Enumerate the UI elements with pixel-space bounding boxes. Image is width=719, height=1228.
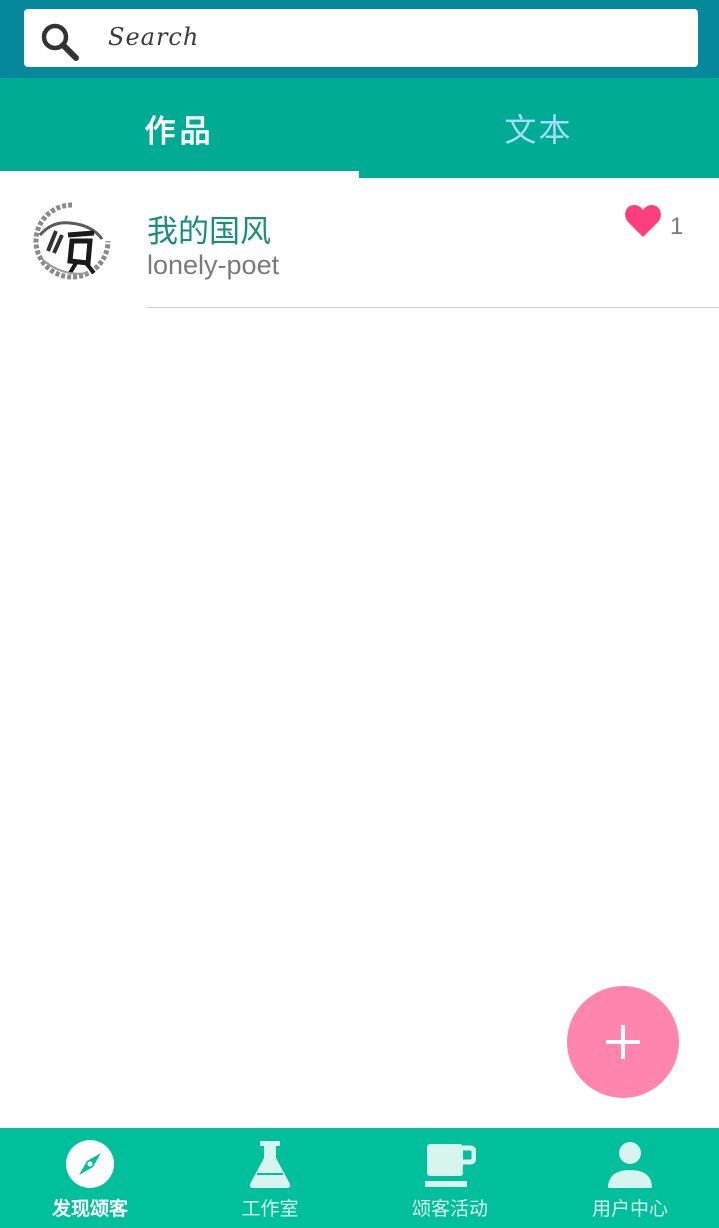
coffee-cup-icon (425, 1144, 476, 1187)
search-bar (0, 0, 719, 78)
tab-works[interactable]: 作品 (0, 78, 359, 178)
tab-text[interactable]: 文本 (359, 78, 718, 178)
tab-bar: 作品 文本 (0, 78, 719, 178)
nav-activities[interactable]: 颂客活动 (360, 1128, 540, 1228)
nav-activities-label: 颂客活动 (411, 1198, 488, 1220)
nav-discover-label: 发现颂客 (51, 1198, 128, 1220)
compass-icon (66, 1140, 114, 1188)
search-input[interactable] (108, 20, 668, 54)
tab-text-label: 文本 (504, 111, 573, 149)
like-count: 1 (670, 213, 684, 240)
nav-user-center-label: 用户中心 (591, 1198, 668, 1220)
bottom-nav: 发现颂客 工作室 颂客活动 用户中心 (0, 1128, 719, 1228)
nav-studio-label: 工作室 (241, 1198, 299, 1220)
nav-discover[interactable]: 发现颂客 (0, 1128, 180, 1228)
avatar[interactable] (32, 201, 112, 281)
nav-user-center[interactable]: 用户中心 (540, 1128, 719, 1228)
list-item[interactable]: 我的国风 lonely-poet 1 (0, 178, 719, 308)
item-author: lonely-poet (147, 250, 280, 280)
heart-icon[interactable] (624, 204, 662, 238)
add-button[interactable] (567, 986, 679, 1098)
divider (147, 307, 719, 308)
plus-icon (606, 1025, 640, 1059)
flask-icon (249, 1141, 291, 1188)
search-box[interactable] (24, 9, 698, 67)
tab-indicator (0, 171, 359, 178)
user-icon (608, 1142, 652, 1188)
item-title[interactable]: 我的国风 (147, 206, 271, 251)
nav-studio[interactable]: 工作室 (180, 1128, 360, 1228)
search-icon[interactable] (40, 22, 80, 62)
tab-works-label: 作品 (144, 113, 215, 150)
